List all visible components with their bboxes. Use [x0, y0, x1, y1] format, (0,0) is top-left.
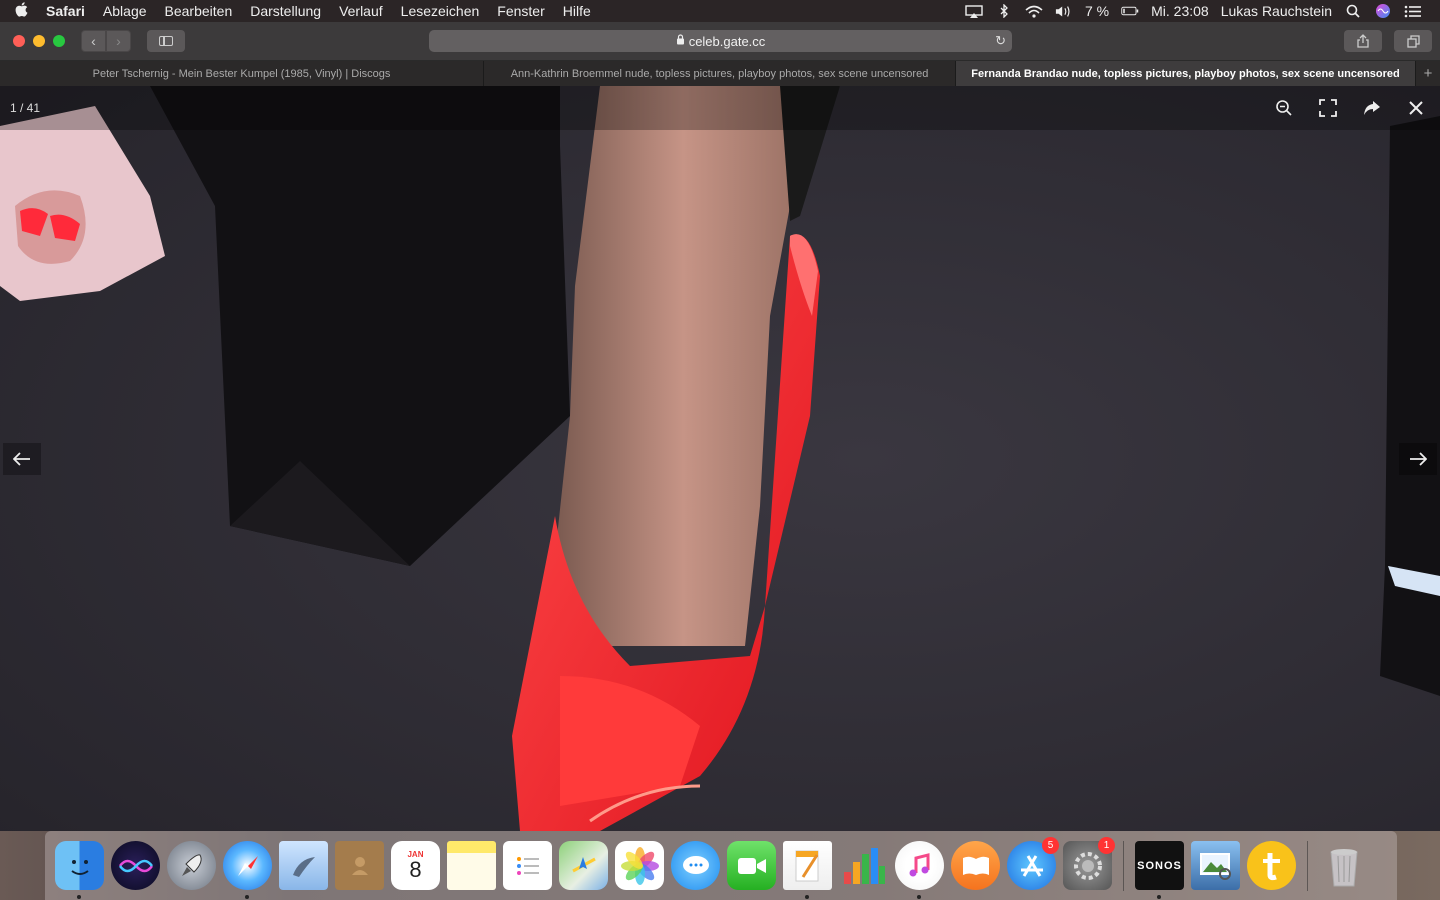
- battery-icon[interactable]: [1121, 4, 1139, 18]
- lightbox-photo: [0, 86, 1440, 831]
- window-fullscreen-button[interactable]: [53, 35, 65, 47]
- running-indicator: [77, 895, 81, 899]
- menu-app-name[interactable]: Safari: [42, 3, 94, 19]
- airplay-icon[interactable]: [965, 4, 983, 18]
- finder-icon[interactable]: [55, 841, 104, 899]
- show-all-tabs-button[interactable]: [1394, 30, 1432, 52]
- address-bar[interactable]: celeb.gate.cc ↻: [429, 30, 1012, 52]
- zoom-out-icon[interactable]: [1272, 96, 1296, 120]
- arrow-right-icon: [1410, 452, 1427, 466]
- trash-icon[interactable]: [1319, 841, 1368, 890]
- running-indicator: [805, 895, 809, 899]
- lightbox-toolbar: [0, 86, 1440, 130]
- tab-bar: Peter Tschernig - Mein Bester Kumpel (19…: [0, 61, 1440, 86]
- bluetooth-icon[interactable]: [995, 4, 1013, 18]
- mail-icon[interactable]: [279, 841, 328, 890]
- messages-icon[interactable]: [671, 841, 720, 890]
- web-content: 1 / 41: [0, 86, 1440, 831]
- battery-percent: 7 %: [1084, 3, 1110, 19]
- running-indicator: [245, 895, 249, 899]
- plus-icon: +: [1423, 65, 1433, 82]
- window-controls: [0, 35, 65, 47]
- dock-separator: [1307, 840, 1308, 891]
- dock-separator: [1123, 840, 1124, 891]
- numbers-icon[interactable]: [839, 841, 888, 890]
- wifi-icon[interactable]: [1025, 4, 1043, 18]
- share-icon: [1357, 34, 1369, 48]
- spotlight-search-icon[interactable]: [1344, 4, 1362, 18]
- appstore-badge: 5: [1042, 837, 1059, 854]
- preview-icon[interactable]: [1191, 841, 1240, 890]
- next-image-button[interactable]: [1399, 443, 1437, 475]
- itunes-icon[interactable]: [895, 841, 944, 899]
- siri-icon[interactable]: [111, 841, 160, 890]
- maps-icon[interactable]: [559, 841, 608, 890]
- facetime-icon[interactable]: [727, 841, 776, 890]
- menu-bearbeiten[interactable]: Bearbeiten: [156, 3, 242, 19]
- chevron-right-icon: ›: [116, 33, 121, 49]
- menubar-user[interactable]: Lukas Rauchstein: [1221, 3, 1332, 19]
- settings-badge: 1: [1098, 837, 1115, 854]
- fullscreen-icon[interactable]: [1316, 96, 1340, 120]
- contacts-icon[interactable]: [335, 841, 384, 890]
- running-indicator: [1157, 895, 1161, 899]
- launchpad-icon[interactable]: [167, 841, 216, 890]
- notification-center-icon[interactable]: [1404, 4, 1422, 18]
- tab-discogs[interactable]: Peter Tschernig - Mein Bester Kumpel (19…: [0, 61, 484, 86]
- tab-broemmel[interactable]: Ann-Kathrin Broemmel nude, topless pictu…: [484, 61, 956, 86]
- new-tab-button[interactable]: +: [1416, 61, 1440, 86]
- chevron-left-icon: ‹: [91, 33, 96, 49]
- lightbox-counter: 1 / 41: [10, 101, 41, 115]
- trello-icon[interactable]: [1247, 841, 1296, 890]
- previous-image-button[interactable]: [3, 443, 41, 475]
- menu-ablage[interactable]: Ablage: [94, 3, 156, 19]
- menubar-clock[interactable]: Mi. 23:08: [1151, 3, 1209, 19]
- calendar-day: 8: [409, 857, 422, 882]
- appstore-icon[interactable]: 5: [1007, 837, 1059, 890]
- notes-icon[interactable]: [447, 841, 496, 890]
- forward-button[interactable]: ›: [106, 30, 131, 52]
- browser-toolbar: ‹ › celeb.gate.cc ↻: [0, 22, 1440, 61]
- share-button[interactable]: [1344, 30, 1382, 52]
- calendar-icon[interactable]: JAN 8: [391, 841, 440, 890]
- siri-menubar-icon[interactable]: [1374, 4, 1392, 18]
- pages-icon[interactable]: [783, 841, 832, 899]
- window-close-button[interactable]: [13, 35, 25, 47]
- back-button[interactable]: ‹: [81, 30, 106, 52]
- books-icon[interactable]: [951, 841, 1000, 890]
- reload-icon[interactable]: ↻: [995, 33, 1006, 49]
- sidebar-toggle-button[interactable]: [147, 30, 185, 52]
- share-arrow-icon[interactable]: [1360, 96, 1384, 120]
- dock: JAN 8 5 1 SONOS: [45, 831, 1397, 900]
- volume-icon[interactable]: [1055, 4, 1073, 18]
- arrow-left-icon: [13, 452, 30, 466]
- running-indicator: [917, 895, 921, 899]
- reminders-icon[interactable]: [503, 841, 552, 890]
- system-preferences-icon[interactable]: 1: [1063, 837, 1115, 890]
- sidebar-icon: [159, 36, 173, 46]
- menu-hilfe[interactable]: Hilfe: [554, 3, 600, 19]
- safari-icon[interactable]: [223, 841, 272, 899]
- address-bar-url: celeb.gate.cc: [688, 33, 766, 49]
- sonos-label: SONOS: [1137, 859, 1182, 872]
- menu-verlauf[interactable]: Verlauf: [330, 3, 392, 19]
- menu-darstellung[interactable]: Darstellung: [241, 3, 330, 19]
- lock-icon: [676, 34, 685, 48]
- apple-menu-icon[interactable]: [0, 1, 42, 21]
- photos-icon[interactable]: [615, 841, 664, 890]
- tabs-overview-icon: [1406, 34, 1420, 48]
- close-icon[interactable]: [1404, 96, 1428, 120]
- menu-fenster[interactable]: Fenster: [488, 3, 553, 19]
- sonos-icon[interactable]: SONOS: [1135, 841, 1184, 899]
- menubar: Safari Ablage Bearbeiten Darstellung Ver…: [0, 0, 1440, 22]
- menu-lesezeichen[interactable]: Lesezeichen: [392, 3, 489, 19]
- window-minimize-button[interactable]: [33, 35, 45, 47]
- tab-brandao-active[interactable]: Fernanda Brandao nude, topless pictures,…: [956, 61, 1416, 86]
